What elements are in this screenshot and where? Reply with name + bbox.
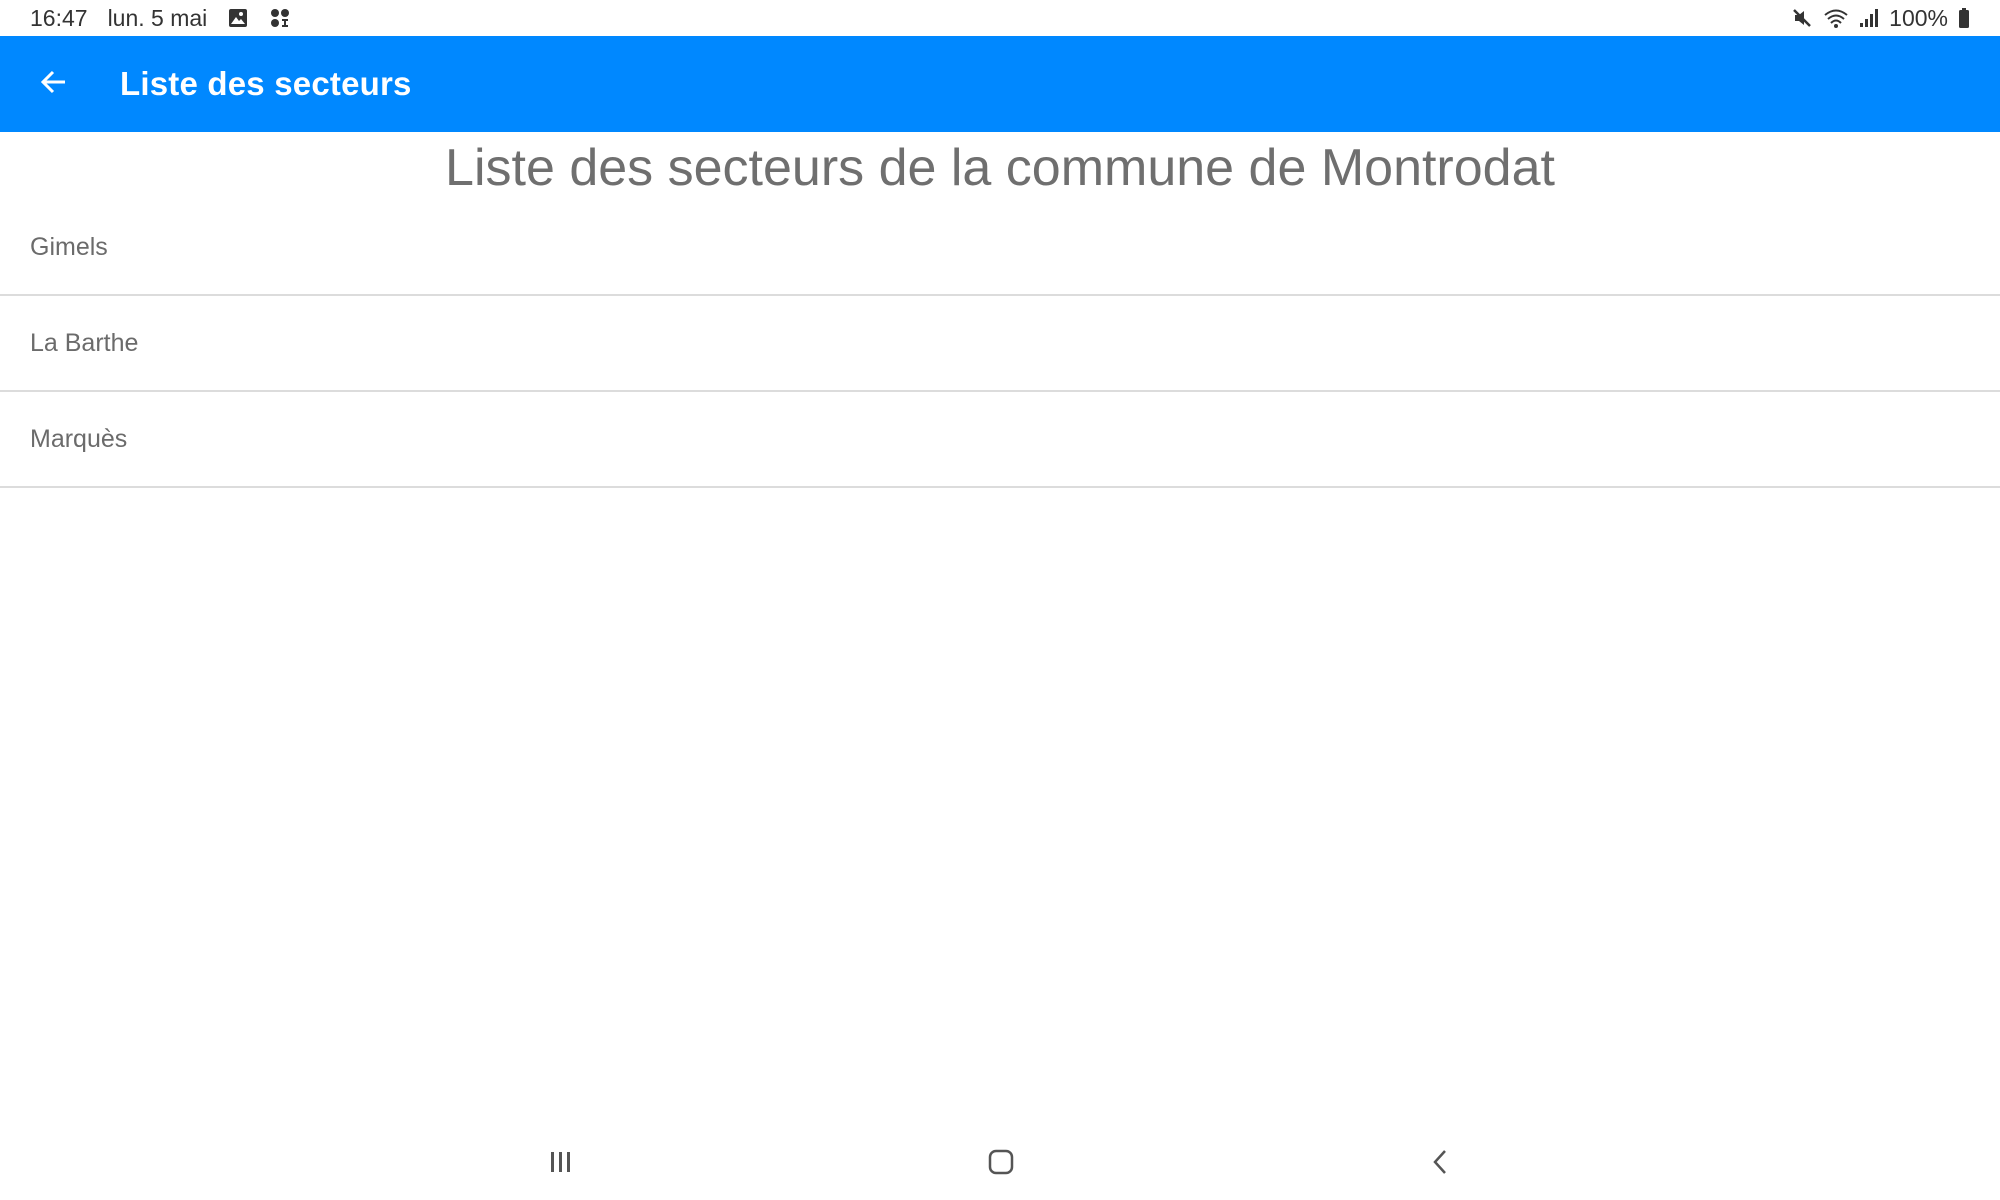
image-notification-icon — [227, 7, 249, 29]
sector-list: Gimels La Barthe Marquès — [0, 200, 2000, 488]
nav-back-button[interactable] — [1416, 1144, 1466, 1184]
app-bar-title: Liste des secteurs — [120, 65, 412, 102]
sector-item-la-barthe[interactable]: La Barthe — [0, 296, 2000, 392]
arrow-left-icon — [39, 67, 69, 102]
status-bar: 16:47 lun. 5 mai 100% — [0, 0, 2000, 36]
back-button[interactable] — [24, 54, 84, 114]
status-date: lun. 5 mai — [107, 4, 208, 31]
status-time: 16:47 — [30, 4, 88, 31]
status-bar-right: 100% — [1791, 5, 2000, 32]
back-icon — [1429, 1148, 1453, 1181]
apps-notification-icon — [269, 7, 291, 29]
home-button[interactable] — [976, 1144, 1026, 1184]
sector-label: La Barthe — [30, 328, 139, 357]
wifi-icon — [1823, 7, 1849, 29]
sector-label: Marquès — [30, 424, 128, 453]
page-heading: Liste des secteurs de la commune de Mont… — [445, 139, 1555, 197]
sector-label: Gimels — [30, 232, 108, 261]
mute-icon — [1791, 7, 1813, 29]
battery-icon — [1958, 7, 1970, 29]
recent-apps-icon — [546, 1149, 576, 1180]
app-bar: Liste des secteurs — [0, 36, 2000, 132]
sector-item-marques[interactable]: Marquès — [0, 392, 2000, 488]
status-bar-left: 16:47 lun. 5 mai — [0, 5, 291, 32]
signal-icon — [1859, 7, 1879, 29]
home-icon — [987, 1148, 1015, 1181]
battery-percentage: 100% — [1889, 4, 1948, 31]
recent-apps-button[interactable] — [536, 1144, 586, 1184]
sector-item-gimels[interactable]: Gimels — [0, 200, 2000, 296]
system-nav-bar — [0, 1130, 2000, 1200]
